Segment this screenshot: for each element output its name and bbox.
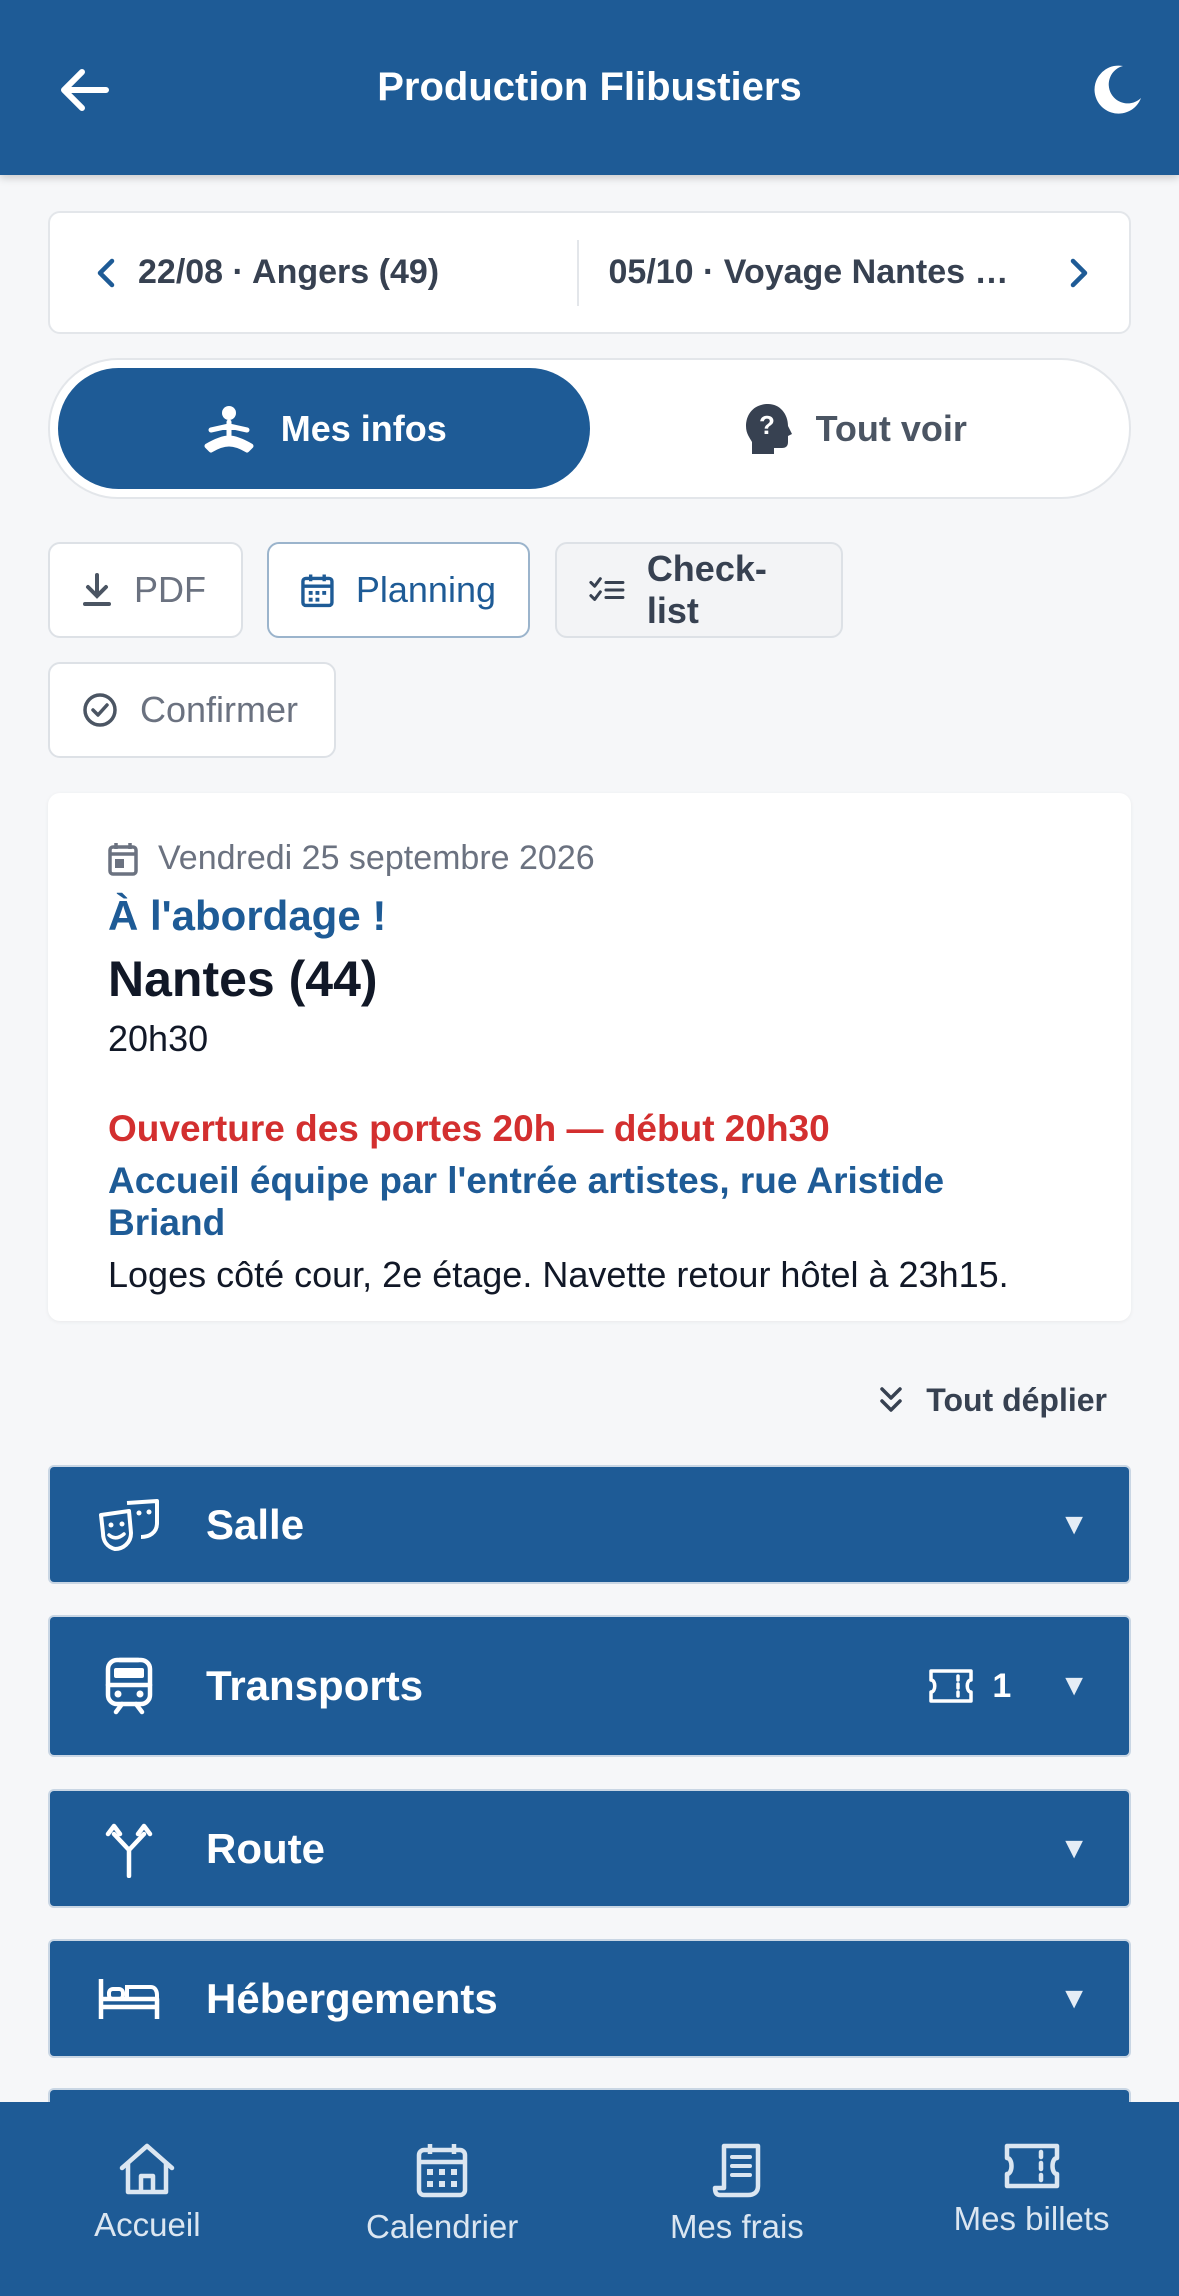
- event-city: Nantes (44): [108, 951, 378, 1007]
- section-transports-label: Transports: [206, 1662, 424, 1709]
- next-date-button[interactable]: 05/10 · Voyage Nantes …: [579, 213, 1130, 332]
- receipt-icon: [712, 2143, 761, 2198]
- moon-icon: [1094, 65, 1141, 114]
- tab-tout-voir[interactable]: ? Tout voir: [590, 368, 1122, 489]
- date-navigation: 22/08 · Angers (49) 05/10 · Voyage Nante…: [48, 211, 1131, 334]
- calendar-icon: [301, 574, 334, 608]
- top-app-bar: Production Flibustiers: [0, 0, 1179, 175]
- pdf-button[interactable]: PDF: [48, 542, 243, 638]
- head-question-icon: ?: [745, 403, 792, 454]
- nav-mes-frais-label: Mes frais: [669, 2208, 804, 2245]
- section-salle-label: Salle: [206, 1500, 305, 1548]
- bed-icon: [94, 1964, 164, 2034]
- event-date: Vendredi 25 septembre 2026: [158, 839, 595, 877]
- chevron-left-icon: [97, 258, 115, 287]
- tab-mes-infos-label: Mes infos: [280, 407, 447, 449]
- expand-all-label: Tout déplier: [926, 1381, 1107, 1418]
- tab-mes-infos[interactable]: Mes infos: [58, 368, 590, 489]
- nav-mes-billets[interactable]: Mes billets: [884, 2102, 1179, 2238]
- next-date-label: 05/10 · Voyage Nantes …: [608, 253, 1009, 291]
- double-chevron-down-icon: [880, 1387, 903, 1412]
- calendar-icon: [416, 2144, 468, 2198]
- section-salle[interactable]: Salle ▼: [50, 1467, 1129, 1582]
- event-note-plain: Loges côté cour, 2e étage. Navette retou…: [108, 1254, 1009, 1295]
- caret-down-icon: ▼: [1059, 1831, 1089, 1865]
- event-show-title[interactable]: À l'abordage !: [108, 892, 1071, 940]
- view-toggle: Mes infos ? Tout voir: [48, 358, 1131, 499]
- caret-down-icon: ▼: [1059, 1507, 1089, 1541]
- section-hebergements-label: Hébergements: [206, 1974, 498, 2022]
- caret-down-icon: ▼: [1059, 1669, 1089, 1702]
- nav-calendrier-label: Calendrier: [366, 2208, 519, 2245]
- tickets-count: 1: [992, 1666, 1012, 1705]
- previous-date-label: 22/08 · Angers (49): [138, 253, 440, 291]
- event-card: Vendredi 25 septembre 2026 À l'abordage …: [48, 793, 1131, 1321]
- checklist-icon: [589, 577, 625, 601]
- section-route-label: Route: [206, 1824, 325, 1872]
- section-transports[interactable]: Transports 1 ▼: [50, 1617, 1129, 1755]
- ticket-icon: [1004, 2143, 1059, 2189]
- section-route[interactable]: Route ▼: [50, 1791, 1129, 1906]
- ticket-icon: [929, 1669, 974, 1703]
- arrow-left-icon: [61, 69, 109, 111]
- theme-toggle-button[interactable]: [1085, 58, 1149, 122]
- theater-masks-icon: [94, 1490, 164, 1560]
- home-icon: [120, 2143, 175, 2195]
- nav-accueil[interactable]: Accueil: [0, 2102, 295, 2244]
- caret-down-icon: ▼: [1059, 1981, 1089, 2015]
- tickets-badge: 1: [928, 1667, 1011, 1706]
- train-icon: [94, 1651, 164, 1721]
- chevron-right-icon: [1070, 258, 1088, 287]
- confirm-label: Confirmer: [140, 689, 299, 730]
- person-meditation-icon: [204, 405, 254, 452]
- section-hebergements[interactable]: Hébergements ▼: [50, 1941, 1129, 2056]
- svg-text:?: ?: [759, 410, 775, 440]
- planning-label: Planning: [355, 569, 496, 610]
- page-title: Production Flibustiers: [377, 65, 802, 109]
- confirm-button[interactable]: Confirmer: [48, 662, 336, 758]
- nav-accueil-label: Accueil: [94, 2206, 201, 2243]
- route-fork-icon: [94, 1814, 164, 1884]
- planning-button[interactable]: Planning: [267, 542, 530, 638]
- event-note-info: Accueil équipe par l'entrée artistes, ru…: [108, 1160, 945, 1243]
- download-icon: [83, 573, 111, 606]
- expand-all-button[interactable]: Tout déplier: [878, 1372, 1107, 1428]
- back-button[interactable]: [52, 58, 116, 122]
- pdf-label: PDF: [134, 569, 206, 610]
- bottom-navigation: Accueil Calendrier Mes frais Mes billets: [0, 2102, 1179, 2296]
- checklist-button[interactable]: Check-list: [555, 542, 843, 638]
- check-circle-icon: [83, 693, 117, 727]
- nav-mes-billets-label: Mes billets: [953, 2200, 1110, 2237]
- event-date-row: Vendredi 25 septembre 2026: [108, 839, 1071, 878]
- nav-calendrier[interactable]: Calendrier: [295, 2102, 590, 2246]
- tab-tout-voir-label: Tout voir: [815, 407, 967, 449]
- event-time: 20h30: [108, 1018, 209, 1059]
- calendar-day-icon: [108, 842, 138, 876]
- previous-date-button[interactable]: 22/08 · Angers (49): [50, 213, 577, 332]
- checklist-label: Check-list: [646, 548, 767, 631]
- event-note-alert: Ouverture des portes 20h — début 20h30: [108, 1108, 830, 1149]
- nav-mes-frais[interactable]: Mes frais: [590, 2102, 885, 2246]
